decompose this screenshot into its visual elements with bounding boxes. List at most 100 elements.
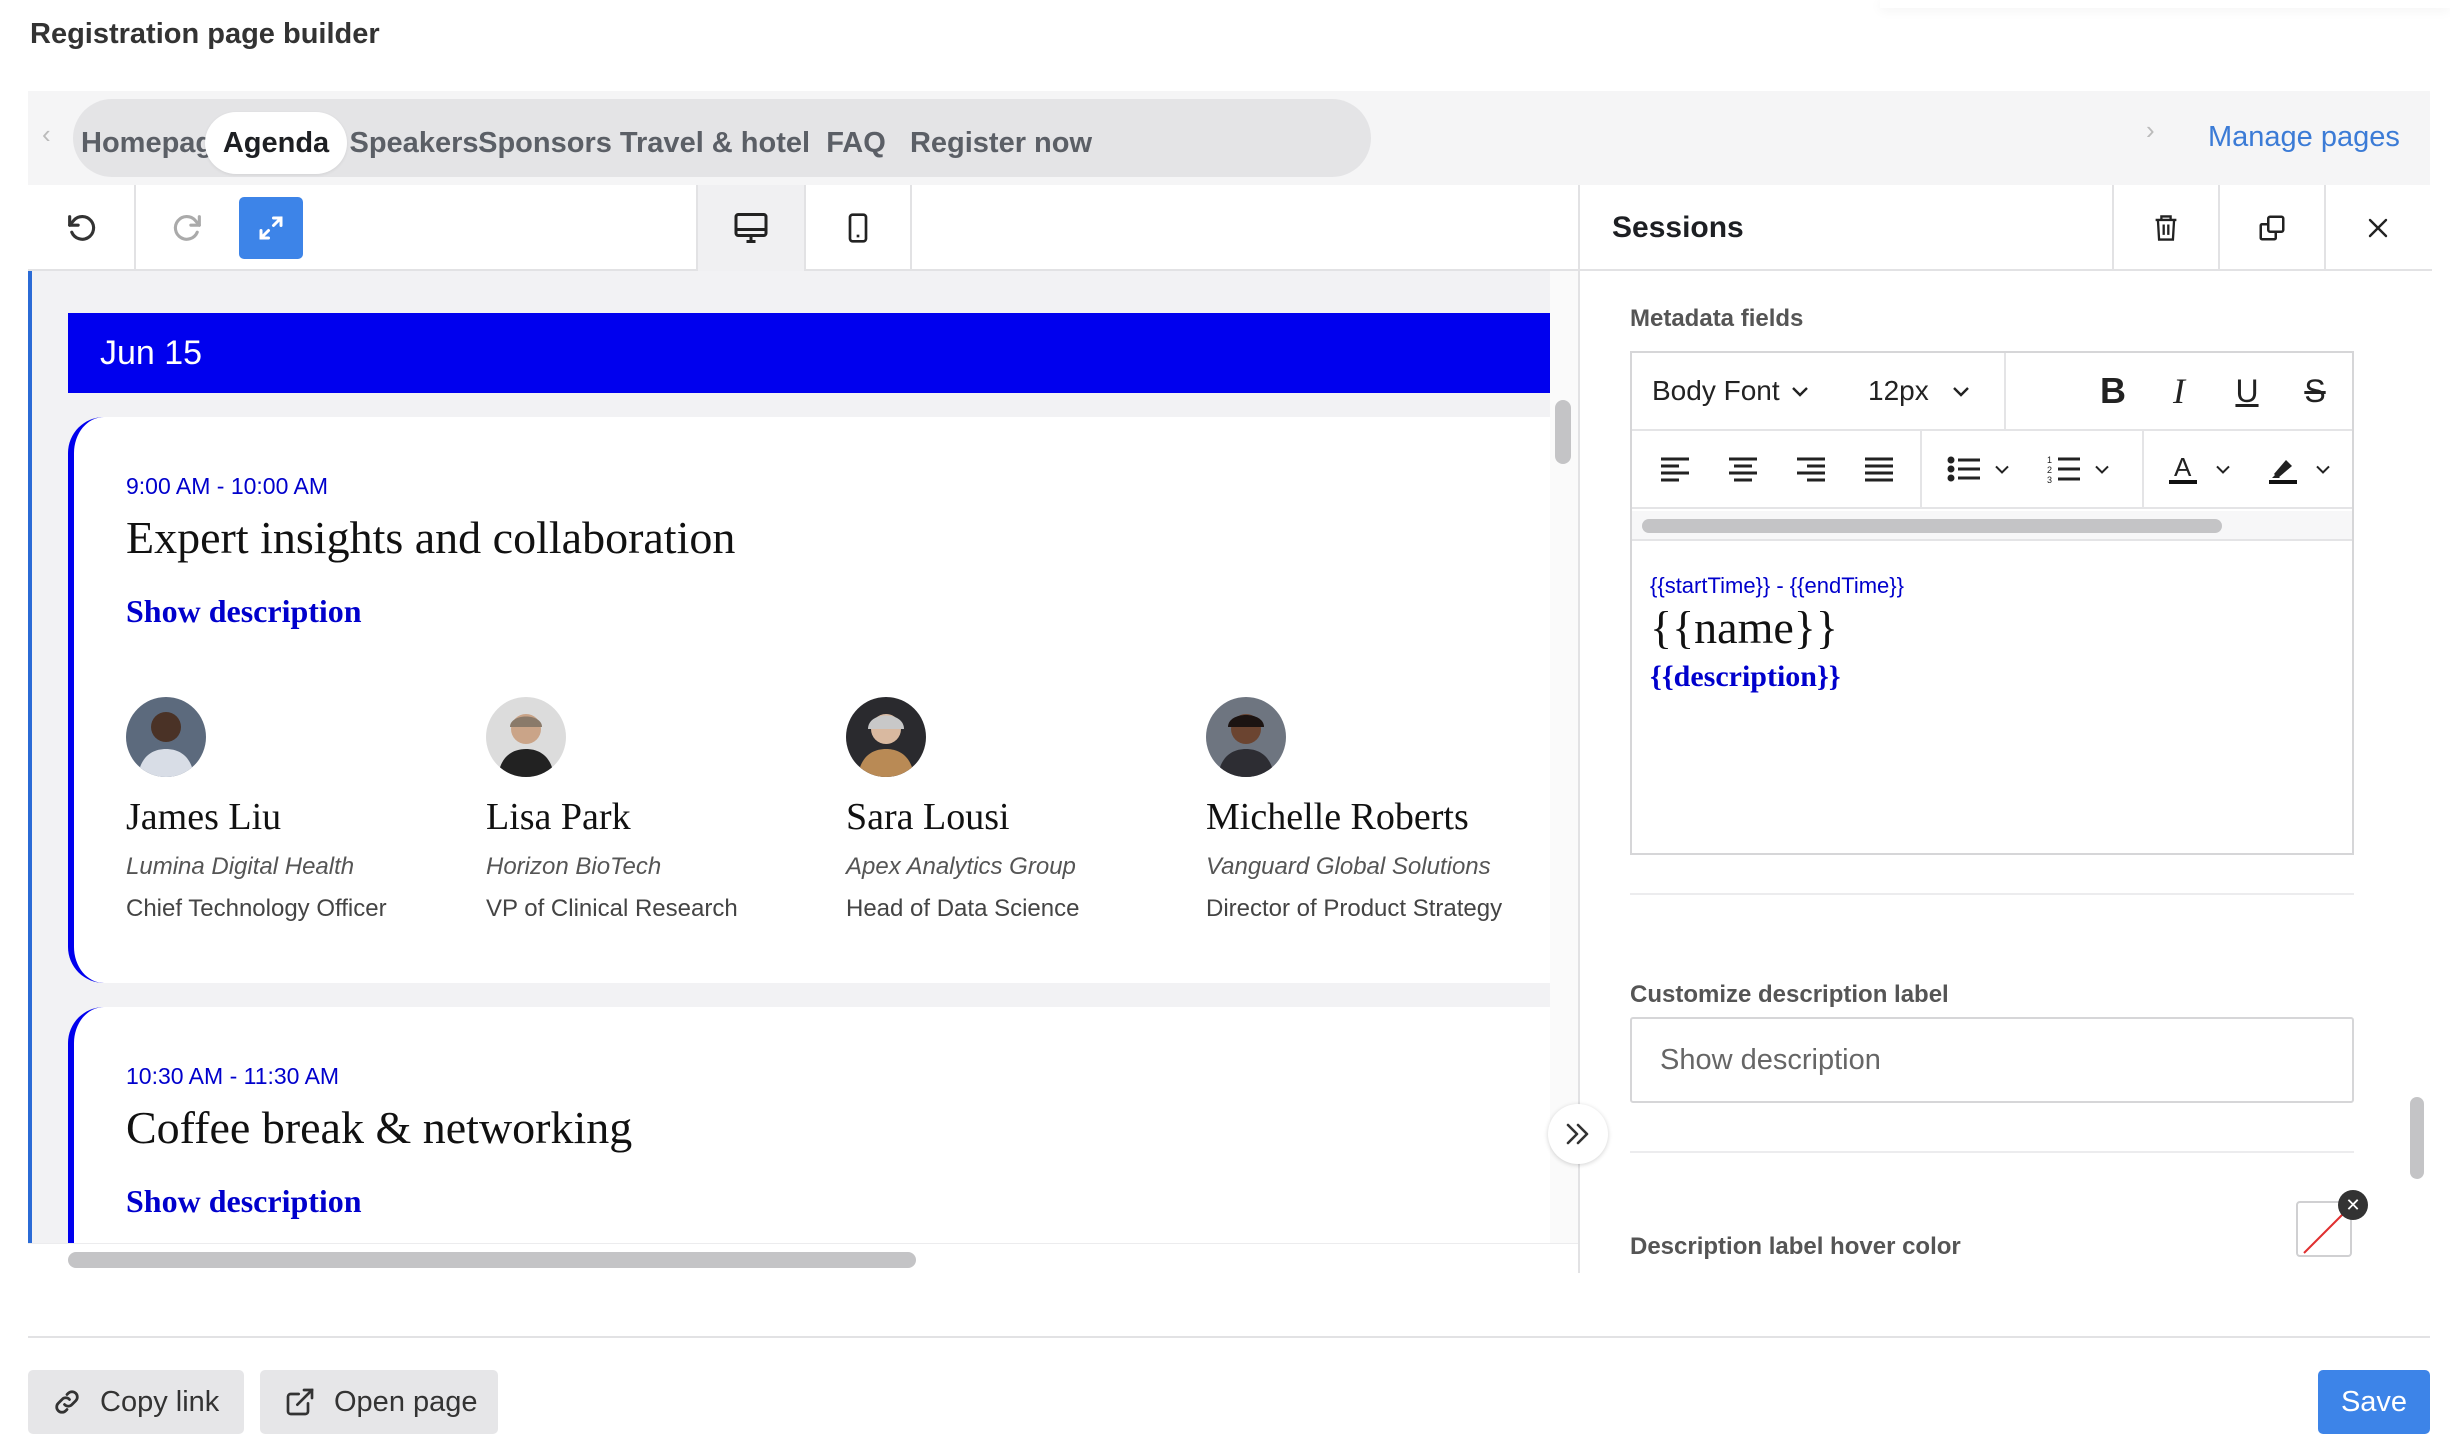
session-time: 10:30 AM - 11:30 AM <box>126 1063 340 1089</box>
chevron-down-icon <box>1952 387 1969 397</box>
rich-text-editor: Body Font 12px B I U S 1 2 3 A {{startTi… <box>1630 351 2354 855</box>
template-name: {{name}} <box>1650 602 1838 653</box>
chevron-right-icon[interactable]: › <box>2146 115 2155 146</box>
panel-header: Sessions <box>1580 185 2432 271</box>
copy-icon <box>2259 215 2285 241</box>
editor-content[interactable]: {{startTime}} - {{endTime}} {{name}} {{d… <box>1650 573 1904 694</box>
speaker-name: James Liu <box>126 796 282 838</box>
align-justify-icon <box>1865 457 1893 482</box>
highlight-color-button[interactable] <box>2252 431 2346 507</box>
panel-title: Sessions <box>1612 211 1744 244</box>
bold-button[interactable]: B <box>2088 353 2138 429</box>
close-panel-button[interactable] <box>2324 185 2430 271</box>
speaker-title: Chief Technology Officer <box>126 895 387 922</box>
tab-homepage[interactable]: Homepage <box>81 112 229 174</box>
tab-faq[interactable]: FAQ <box>811 112 901 174</box>
panel-scrollbar[interactable] <box>2410 1097 2424 1179</box>
clear-color-icon[interactable]: ✕ <box>2338 1190 2368 1220</box>
session-card[interactable]: 9:00 AM - 10:00 AM Expert insights and c… <box>68 417 1550 983</box>
align-justify-button[interactable] <box>1854 431 1904 507</box>
canvas-vertical-scrollbar[interactable] <box>1555 400 1571 464</box>
bullet-list-button[interactable] <box>1932 431 2026 507</box>
strikethrough-icon: S <box>2304 372 2326 409</box>
page-title: Registration page builder <box>30 18 380 50</box>
toolbar-divider <box>2142 431 2144 507</box>
tab-register-now[interactable]: Register now <box>901 112 1101 174</box>
svg-text:A: A <box>2174 452 2192 482</box>
page-tabs: Homepage Agenda Speakers Sponsors Travel… <box>73 99 1371 177</box>
undo-icon <box>68 215 96 241</box>
open-page-button[interactable]: Open page <box>260 1370 498 1434</box>
hover-color-label: Description label hover color <box>1630 1233 1961 1260</box>
canvas-horizontal-scrollbar[interactable] <box>68 1252 916 1268</box>
avatar <box>486 697 566 777</box>
svg-text:2: 2 <box>2047 465 2052 475</box>
mobile-view-button[interactable] <box>806 185 910 271</box>
session-card[interactable]: 10:30 AM - 11:30 AM Coffee break & netwo… <box>68 1007 1550 1243</box>
canvas-toolbar <box>28 185 1578 271</box>
duplicate-button[interactable] <box>2218 185 2324 271</box>
template-description: {{description}} <box>1650 660 1841 693</box>
font-family-value: Body Font <box>1652 375 1780 406</box>
font-family-dropdown[interactable]: Body Font <box>1652 353 1810 429</box>
speaker-company: Lumina Digital Health <box>126 853 355 880</box>
section-divider <box>1630 893 2354 895</box>
underline-button[interactable]: U <box>2222 353 2272 429</box>
toolbar-divider <box>1920 431 1922 507</box>
collapse-panel-button[interactable] <box>1548 1104 1608 1164</box>
tab-travel-hotel[interactable]: Travel & hotel <box>615 112 815 174</box>
avatar <box>846 697 926 777</box>
text-color-icon: A <box>2169 452 2197 484</box>
show-description-link[interactable]: Show description <box>126 1183 362 1220</box>
copy-link-button[interactable]: Copy link <box>28 1370 244 1434</box>
editor-toolbar-row: Body Font 12px B I U S <box>1632 353 2352 431</box>
align-center-button[interactable] <box>1718 431 1768 507</box>
delete-button[interactable] <box>2112 185 2218 271</box>
expand-button[interactable] <box>239 197 303 259</box>
align-left-button[interactable] <box>1650 431 1700 507</box>
manage-pages-link[interactable]: Manage pages <box>2208 121 2400 154</box>
align-right-icon <box>1797 457 1825 482</box>
italic-button[interactable]: I <box>2154 353 2204 429</box>
undo-button[interactable] <box>28 185 134 271</box>
bold-icon: B <box>2100 370 2126 411</box>
template-time: {{startTime}} - {{endTime}} <box>1650 573 1904 598</box>
chevron-down-icon <box>2316 465 2330 474</box>
numbered-list-button[interactable]: 123 <box>2032 431 2126 507</box>
session-name: Coffee break & networking <box>126 1102 633 1153</box>
svg-text:3: 3 <box>2047 475 2052 484</box>
speaker-name: Lisa Park <box>486 796 631 838</box>
tab-sponsors[interactable]: Sponsors <box>475 112 615 174</box>
copy-link-label: Copy link <box>100 1385 220 1418</box>
toolbar-divider <box>910 185 912 271</box>
speaker-company: Horizon BioTech <box>486 853 662 880</box>
external-link-icon <box>286 1388 314 1416</box>
font-size-dropdown[interactable]: 12px <box>1868 353 1971 429</box>
desktop-view-button[interactable] <box>698 185 804 271</box>
redo-button[interactable] <box>136 185 240 271</box>
chevron-left-icon[interactable]: ‹ <box>42 119 51 150</box>
tab-speakers[interactable]: Speakers <box>345 112 483 174</box>
speaker-company: Vanguard Global Solutions <box>1206 853 1491 880</box>
speaker-title: Director of Product Strategy <box>1206 895 1503 922</box>
save-button[interactable]: Save <box>2318 1370 2430 1434</box>
speaker-card: Lisa Park Horizon BioTech VP of Clinical… <box>486 697 826 923</box>
editor-toolbar-scrollbar[interactable] <box>1642 519 2222 533</box>
align-right-button[interactable] <box>1786 431 1836 507</box>
toolbar-divider <box>2004 353 2006 429</box>
mobile-icon <box>848 213 868 243</box>
section-divider <box>1630 1151 2354 1153</box>
speaker-card: Sara Lousi Apex Analytics Group Head of … <box>846 697 1186 923</box>
underline-icon: U <box>2235 372 2259 409</box>
description-label-input[interactable] <box>1630 1017 2354 1103</box>
speaker-title: VP of Clinical Research <box>486 895 738 922</box>
footer-divider <box>28 1336 2430 1338</box>
description-label-field[interactable] <box>1632 1019 2352 1101</box>
expand-icon <box>259 216 283 240</box>
tab-agenda[interactable]: Agenda <box>205 112 347 174</box>
strikethrough-button[interactable]: S <box>2290 353 2340 429</box>
italic-icon: I <box>2173 371 2185 411</box>
text-color-button[interactable]: A <box>2152 431 2246 507</box>
show-description-link[interactable]: Show description <box>126 593 362 630</box>
speaker-card: James Liu Lumina Digital Health Chief Te… <box>126 697 466 923</box>
